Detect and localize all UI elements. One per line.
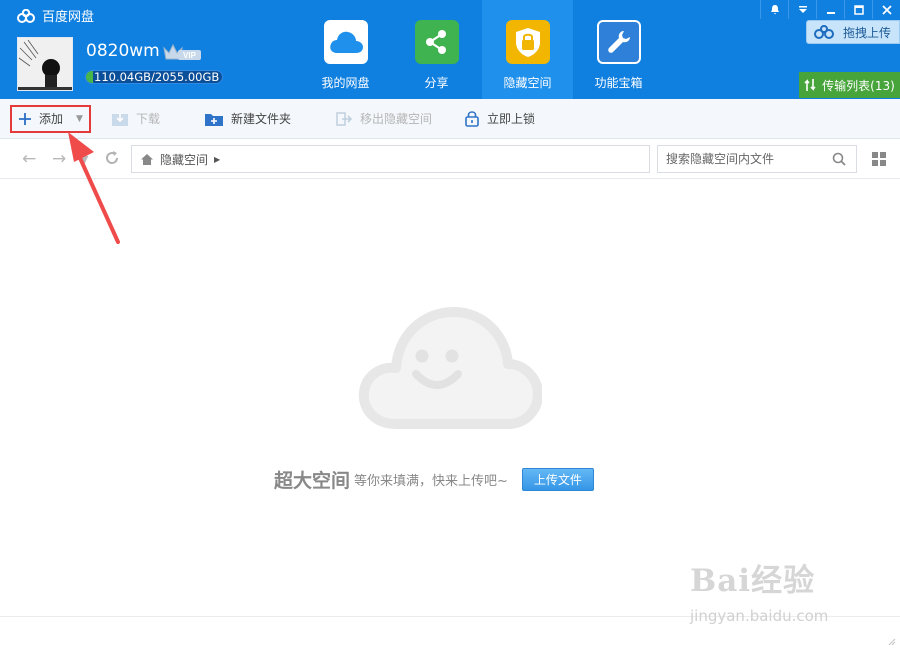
add-label: 添加 [39, 112, 64, 126]
home-icon[interactable] [140, 153, 154, 166]
maximize-icon[interactable] [844, 0, 872, 19]
chevron-right-icon[interactable]: ▶ [214, 155, 220, 164]
minimize-icon[interactable] [816, 0, 844, 19]
transfer-list-label: 传输列表(13) [822, 78, 895, 93]
move-out-icon [336, 111, 353, 126]
new-folder-label: 新建文件夹 [230, 112, 291, 126]
cloud-icon [323, 20, 368, 64]
avatar[interactable] [17, 37, 73, 91]
new-folder-icon [204, 113, 223, 126]
drag-upload-label: 拖拽上传 [843, 25, 892, 40]
lock-icon [465, 111, 479, 127]
close-icon[interactable] [872, 0, 900, 19]
lock-now-label: 立即上锁 [486, 112, 535, 126]
plus-icon [19, 112, 31, 125]
window-controls [760, 0, 900, 19]
annotation-arrow-icon [68, 132, 120, 244]
toolbar: 添加 ▼ 下载 新建文件夹 移出隐藏空间 立即上锁 [0, 99, 900, 139]
share-icon [414, 20, 459, 64]
move-out-button[interactable]: 移出隐藏空间 [321, 99, 446, 139]
search-input[interactable] [666, 152, 826, 166]
download-label: 下载 [135, 112, 160, 126]
storage-bar: 110.04GB/2055.00GB [85, 70, 223, 84]
resize-grip-icon[interactable] [886, 636, 896, 646]
baidu-cloud-logo-icon [17, 8, 35, 23]
nav-label: 隐藏空间 [503, 76, 552, 90]
grid-view-icon[interactable] [872, 152, 886, 166]
drag-upload-button[interactable]: 拖拽上传 [806, 20, 900, 44]
breadcrumb[interactable]: 隐藏空间 ▶ [131, 145, 650, 173]
header-bar: 百度网盘 0820wm VIP 110.04GB/2055.00GB 我的网盘 … [0, 0, 900, 99]
nav-label: 我的网盘 [321, 76, 370, 90]
toolbox-icon [596, 20, 641, 64]
vip-badge[interactable]: VIP [162, 40, 202, 62]
download-icon [111, 112, 128, 126]
empty-state: 超大空间 等你来填满，快来上传吧~ 上传文件 [274, 466, 594, 493]
transfer-list-button[interactable]: 传输列表(13) [799, 72, 900, 98]
watermark: Bai经验 jingyan.baidu.com [690, 555, 870, 635]
storage-fill [86, 71, 94, 83]
watermark-url: jingyan.baidu.com [690, 607, 829, 625]
app-title: 百度网盘 [16, 6, 94, 25]
nav-item-toolbox[interactable]: 功能宝箱 [573, 0, 664, 99]
chevron-down-icon[interactable]: ▼ [76, 114, 83, 124]
main-nav: 我的网盘 分享 隐藏空间 功能宝箱 [300, 0, 664, 99]
empty-headline: 超大空间 [274, 470, 351, 492]
upload-file-button[interactable]: 上传文件 [521, 468, 594, 491]
search-box [657, 145, 857, 173]
smiling-cloud-icon [358, 307, 542, 429]
storage-text: 110.04GB/2055.00GB [94, 70, 220, 84]
baidu-cloud-logo-icon [814, 25, 834, 39]
vip-crown-icon: VIP [163, 43, 201, 60]
nav-item-share[interactable]: 分享 [391, 0, 482, 99]
lock-now-button[interactable]: 立即上锁 [450, 99, 549, 139]
bell-icon[interactable] [760, 0, 788, 19]
back-arrow-icon[interactable]: ← [22, 149, 36, 169]
new-folder-button[interactable]: 新建文件夹 [190, 99, 305, 139]
move-out-label: 移出隐藏空间 [359, 112, 432, 126]
vip-label: VIP [183, 51, 197, 60]
transfer-arrows-icon [804, 79, 816, 91]
username[interactable]: 0820wm [86, 41, 160, 61]
nav-item-my-netdisk[interactable]: 我的网盘 [300, 0, 391, 99]
watermark-brand: Bai经验 [690, 563, 816, 599]
search-icon[interactable] [832, 152, 846, 166]
app-title-text: 百度网盘 [42, 10, 95, 25]
nav-item-hidden-space[interactable]: 隐藏空间 [482, 0, 573, 99]
nav-label: 功能宝箱 [594, 76, 643, 90]
nav-label: 分享 [424, 76, 449, 90]
menu-dropdown-icon[interactable] [788, 0, 816, 19]
breadcrumb-item[interactable]: 隐藏空间 [160, 151, 208, 168]
avatar-image-icon [18, 38, 72, 90]
empty-subtext: 等你来填满，快来上传吧~ [354, 474, 508, 489]
lock-shield-icon [505, 20, 550, 64]
